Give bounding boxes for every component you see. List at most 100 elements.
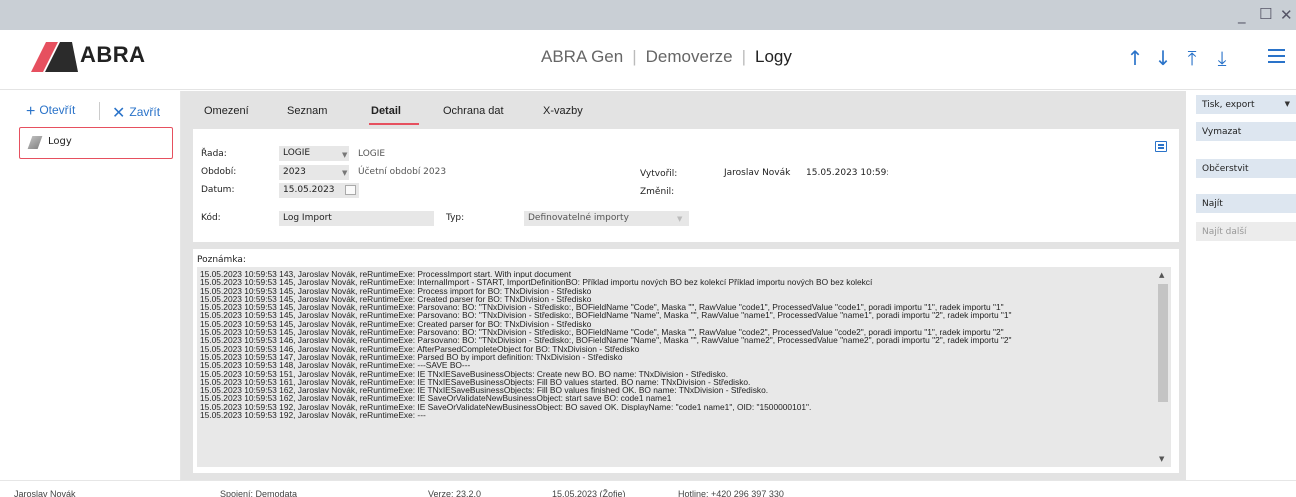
find-next-label: Najít další [1202, 227, 1247, 237]
app-window: _ ☐ ✕ ABRA ABRA Gen | Demoverze | Logy ↑ ↓ ⤒… [0, 0, 1296, 497]
status-connection: Spojení: Demodata [220, 489, 298, 497]
typ-value: Definovatelné importy [528, 213, 629, 223]
minimize-icon[interactable]: _ [1238, 6, 1246, 24]
log-line: 15.05.2023 10:59:53 151, Jaroslav Novák,… [200, 369, 729, 378]
close-button[interactable]: ✕ Zavřít [112, 103, 160, 123]
find-next-button[interactable]: Najít další [1196, 222, 1296, 241]
breadcrumb-separator: | [741, 47, 746, 66]
breadcrumb-app: ABRA Gen [541, 47, 624, 66]
arrow-up-icon[interactable]: ↑ [1124, 46, 1146, 70]
arrow-last-icon[interactable]: ⤓ [1211, 46, 1233, 70]
divider [99, 102, 100, 120]
log-line: 15.05.2023 10:59:53 145, Jaroslav Novák,… [200, 303, 1004, 312]
breadcrumb: ABRA Gen | Demoverze | Logy [541, 47, 792, 67]
tab-omezeni[interactable]: Omezení [204, 105, 249, 117]
rada-label: Řada: [201, 149, 227, 159]
refresh-button[interactable]: Občerstvit [1196, 159, 1296, 178]
note-label: Poznámka: [197, 255, 246, 265]
find-label: Najít [1202, 199, 1223, 209]
log-line: 15.05.2023 10:59:53 146, Jaroslav Novák,… [200, 344, 640, 353]
datum-value: 15.05.2023 [283, 185, 335, 195]
status-version: Verze: 23.2.0 [428, 489, 482, 497]
sidebar-item-label: Logy [48, 136, 72, 147]
refresh-label: Občerstvit [1202, 164, 1249, 174]
status-date: 15.05.2023 (Žofie) [552, 489, 626, 497]
plus-icon: + [26, 103, 36, 120]
breadcrumb-company: Demoverze [645, 47, 733, 66]
log-line: 15.05.2023 10:59:53 145, Jaroslav Novák,… [200, 294, 592, 304]
action-panel: Tisk, export ▼ Vymazat Občerstvit Najít N… [1186, 91, 1296, 480]
log-text: 15.05.2023 10:59:53 143, Jaroslav Novák,… [200, 270, 1150, 419]
print-export-button[interactable]: Tisk, export ▼ [1196, 95, 1296, 114]
tab-ochrana-dat[interactable]: Ochrana dat [443, 105, 504, 117]
log-line: 15.05.2023 10:59:53 162, Jaroslav Novák,… [200, 386, 769, 395]
logo-text: ABRA [80, 42, 146, 67]
sidebar-item-logy[interactable]: Logy [19, 127, 173, 159]
log-line: 15.05.2023 10:59:53 148, Jaroslav Novák,… [200, 361, 471, 370]
vytvoril-user: Jaroslav Novák [724, 168, 791, 178]
window-title-bar: _ ☐ ✕ [0, 0, 1296, 30]
kod-input[interactable]: Log Import [279, 211, 434, 226]
kod-value: Log Import [283, 213, 332, 223]
log-line: 15.05.2023 10:59:53 161, Jaroslav Novák,… [200, 377, 751, 387]
typ-select[interactable]: Definovatelné importy [524, 211, 689, 226]
obdobi-label: Období: [201, 167, 237, 177]
vytvoril-date: 15.05.2023 10:59:53 [806, 168, 888, 178]
status-bar: Jaroslav Novák Spojení: Demodata Verze: … [0, 480, 1296, 497]
chevron-down-icon[interactable]: ▼ [677, 215, 682, 223]
rada-select[interactable]: LOGIE [279, 146, 349, 161]
arrow-down-icon[interactable]: ↓ [1152, 46, 1174, 70]
menu-icon[interactable] [1268, 49, 1285, 63]
rada-description: LOGIE [358, 149, 386, 159]
datum-label: Datum: [201, 185, 235, 195]
chevron-down-icon[interactable]: ▼ [342, 151, 347, 159]
breadcrumb-current: Logy [754, 47, 792, 66]
print-export-label: Tisk, export [1202, 100, 1255, 110]
log-line: 15.05.2023 10:59:53 145, Jaroslav Novák,… [200, 278, 873, 287]
chevron-down-icon: ▼ [1284, 100, 1290, 108]
detail-form: Řada: LOGIE ▼ LOGIE Období: 2023 ▼ Účetn… [193, 129, 1179, 242]
log-line: 15.05.2023 10:59:53 192, Jaroslav Novák,… [200, 411, 426, 420]
log-line: 15.05.2023 10:59:53 145, Jaroslav Novák,… [200, 319, 592, 329]
log-line: 15.05.2023 10:59:53 162, Jaroslav Novák,… [200, 394, 672, 403]
arrow-first-icon[interactable]: ⤒ [1181, 46, 1203, 70]
delete-label: Vymazat [1202, 127, 1242, 137]
log-line: 15.05.2023 10:59:53 147, Jaroslav Novák,… [200, 352, 623, 362]
find-button[interactable]: Najít [1196, 194, 1296, 213]
close-button-label: Zavřít [129, 105, 161, 119]
document-icon [27, 136, 43, 149]
scrollbar-thumb[interactable] [1158, 284, 1168, 402]
scrollbar[interactable]: ▲ ▼ [1157, 269, 1169, 465]
tab-detail[interactable]: Detail [371, 105, 401, 117]
tab-x-vazby[interactable]: X-vazby [543, 105, 583, 117]
scroll-down-icon[interactable]: ▼ [1159, 455, 1164, 463]
close-icon[interactable]: ✕ [1280, 6, 1293, 24]
scroll-up-icon[interactable]: ▲ [1159, 271, 1164, 279]
zmenil-label: Změnil: [640, 187, 675, 197]
calendar-icon[interactable] [345, 185, 356, 195]
active-tab-indicator [369, 123, 419, 125]
tab-seznam[interactable]: Seznam [287, 105, 327, 117]
vytvoril-label: Vytvořil: [640, 169, 678, 179]
log-line: 15.05.2023 10:59:53 143, Jaroslav Novák,… [200, 270, 572, 279]
open-button[interactable]: + Otevřít [26, 103, 75, 121]
edit-icon[interactable] [1155, 141, 1167, 152]
sidebar: + Otevřít ✕ Zavřít Logy [9, 91, 181, 480]
delete-button[interactable]: Vymazat [1196, 122, 1296, 141]
chevron-down-icon[interactable]: ▼ [342, 169, 347, 177]
log-line: 15.05.2023 10:59:53 145, Jaroslav Novák,… [200, 286, 592, 295]
log-line: 15.05.2023 10:59:53 146, Jaroslav Novák,… [200, 336, 1012, 345]
tab-bar: Omezení Seznam Detail Ochrana dat X-vazb… [181, 91, 1186, 131]
close-x-icon: ✕ [112, 105, 126, 122]
app-header: ABRA ABRA Gen | Demoverze | Logy ↑ ↓ ⤒ ⤓ [0, 30, 1296, 90]
note-textarea[interactable]: 15.05.2023 10:59:53 143, Jaroslav Novák,… [197, 267, 1171, 467]
obdobi-select[interactable]: 2023 [279, 165, 349, 180]
typ-label: Typ: [446, 213, 465, 223]
log-line: 15.05.2023 10:59:53 145, Jaroslav Novák,… [200, 311, 1012, 320]
log-line: 15.05.2023 10:59:53 145, Jaroslav Novák,… [200, 328, 1004, 337]
status-user: Jaroslav Novák [14, 489, 76, 497]
obdobi-value: 2023 [283, 167, 306, 177]
maximize-icon[interactable]: ☐ [1259, 5, 1272, 23]
open-button-label: Otevřít [39, 103, 76, 117]
kod-label: Kód: [201, 213, 221, 223]
